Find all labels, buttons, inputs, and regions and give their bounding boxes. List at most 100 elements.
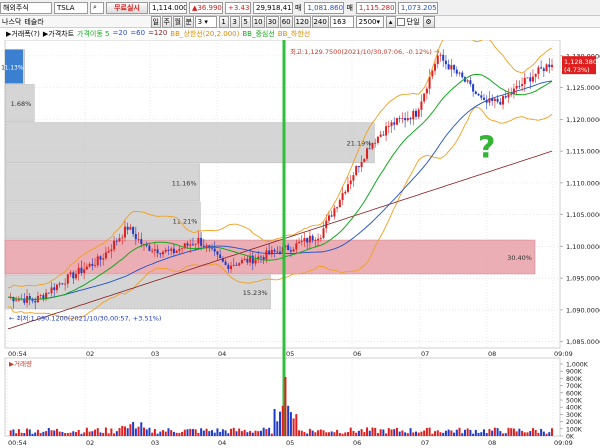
candle-body xyxy=(156,249,159,254)
interval-1-button[interactable]: 1 xyxy=(218,15,229,28)
price-chart[interactable]: 00:54 00:54 02 02 03 03 04 04 05 05 06 06 07 07 08 08 09… xyxy=(0,40,600,448)
legend-item[interactable]: 가격이동 5 xyxy=(77,29,109,39)
candle-body xyxy=(162,251,165,255)
volume-bar xyxy=(412,432,415,436)
candle-body xyxy=(439,54,442,56)
settings-icon[interactable]: ⚙ xyxy=(422,15,435,28)
volume-bar xyxy=(110,428,113,436)
minute-select[interactable]: 3 ▾ xyxy=(194,15,217,28)
candle-body xyxy=(91,263,94,266)
candle-body xyxy=(314,240,317,242)
period-week-button[interactable]: 주 xyxy=(161,15,172,28)
volume-bar xyxy=(175,432,178,436)
interval-3-button[interactable]: 3 xyxy=(229,15,240,28)
legend-item[interactable]: =60 xyxy=(130,29,145,39)
volume-bar xyxy=(153,428,156,436)
interval-10-button[interactable]: 10 xyxy=(251,15,265,28)
search-icon[interactable]: ⌕ xyxy=(90,1,104,14)
candle-body xyxy=(341,193,344,201)
legend-item[interactable]: ▶거래폭(?) xyxy=(6,29,40,39)
candle-body xyxy=(47,292,50,294)
volume-bar xyxy=(523,432,526,436)
candle-body xyxy=(75,273,77,279)
volume-bar xyxy=(311,430,314,436)
legend-item[interactable]: ▶가격차트 xyxy=(43,29,74,39)
volume-bar xyxy=(26,428,29,436)
period-day-button[interactable]: 일 xyxy=(150,15,161,28)
volume-bar xyxy=(493,427,496,436)
volume-bar xyxy=(355,432,358,436)
volume-bar xyxy=(181,431,184,436)
volume-bar xyxy=(249,430,252,436)
candle-body xyxy=(194,243,197,245)
interval-5-button[interactable]: 5 xyxy=(240,15,251,28)
volume-bar xyxy=(469,429,472,436)
candle-body xyxy=(308,235,311,243)
volume-profile-bar xyxy=(4,239,536,275)
volume-bar xyxy=(219,431,222,436)
volume-bar xyxy=(295,414,298,436)
candle-body xyxy=(224,261,227,265)
candle-body xyxy=(172,248,175,254)
volume-bar xyxy=(164,431,167,436)
volume-bar xyxy=(551,428,553,436)
candle-body xyxy=(45,292,48,299)
candle-body xyxy=(240,259,243,264)
legend-item[interactable]: BB_하한선 xyxy=(278,29,310,39)
candle-body xyxy=(385,126,388,136)
candle-body xyxy=(360,162,363,168)
interval-120-button[interactable]: 120 xyxy=(293,15,311,28)
candle-body xyxy=(69,272,72,275)
candle-body xyxy=(300,241,303,243)
volume-bar xyxy=(461,433,464,436)
volume-bar xyxy=(336,429,339,436)
candle-body xyxy=(175,250,178,254)
x-tick-label: 07 xyxy=(421,439,429,447)
volume-bar xyxy=(303,432,306,436)
interval-30-button[interactable]: 30 xyxy=(265,15,279,28)
period-minute-button[interactable]: 분 xyxy=(183,15,194,28)
symbol-input[interactable]: TSLA xyxy=(54,1,88,14)
legend-item[interactable]: =20 xyxy=(113,29,128,39)
interval-60-button[interactable]: 60 xyxy=(279,15,293,28)
trade-status-button[interactable]: 무료실시 xyxy=(106,1,148,14)
volume-bar xyxy=(121,425,124,436)
volume-bar xyxy=(279,411,281,436)
legend-item[interactable]: =120 xyxy=(148,29,167,39)
volume-bar xyxy=(300,430,303,436)
candle-body xyxy=(235,264,238,266)
candle-body xyxy=(276,251,279,253)
single-checkbox[interactable] xyxy=(396,17,405,26)
candle-body xyxy=(363,158,366,163)
candle-body xyxy=(200,237,203,246)
candle-body xyxy=(289,250,292,252)
legend-item[interactable]: BB_중심선 xyxy=(242,29,274,39)
candle-body xyxy=(477,94,480,96)
interval-240-button[interactable]: 240 xyxy=(311,15,329,28)
candle-body xyxy=(64,283,67,285)
volume-bar xyxy=(39,433,42,436)
bars-input[interactable]: 2500 ▾ xyxy=(355,15,384,28)
y-tick-label: 1,105.0000 xyxy=(566,211,600,219)
bars-stepper[interactable]: ▴ xyxy=(385,15,396,28)
candle-body xyxy=(483,97,485,100)
count-input[interactable]: 163 xyxy=(329,15,354,28)
period-month-button[interactable]: 월 xyxy=(172,15,183,28)
volume-bar xyxy=(159,431,162,436)
y-tick-label: 1,085.0000 xyxy=(566,338,600,346)
candle-body xyxy=(140,239,143,245)
volume-bar xyxy=(458,427,461,436)
volume-bar xyxy=(420,431,423,436)
market-select[interactable]: 해외주식 xyxy=(0,1,52,14)
legend-item[interactable]: BB_상한선(20,2.000) xyxy=(170,29,239,39)
candle-body xyxy=(265,250,268,260)
volume-bar xyxy=(183,429,186,436)
candle-body xyxy=(529,77,532,82)
volume-bar xyxy=(61,431,64,436)
candle-body xyxy=(126,226,129,230)
x-tick-label: 04 xyxy=(218,439,226,447)
volume-bar xyxy=(352,430,355,436)
candle-body xyxy=(115,240,118,242)
toolbar: 해외주식 TSLA ⌕ 무료실시 1,114.0000 ▲36.9900 +3.… xyxy=(0,0,600,16)
volume-tick-label: 900K xyxy=(566,369,583,376)
